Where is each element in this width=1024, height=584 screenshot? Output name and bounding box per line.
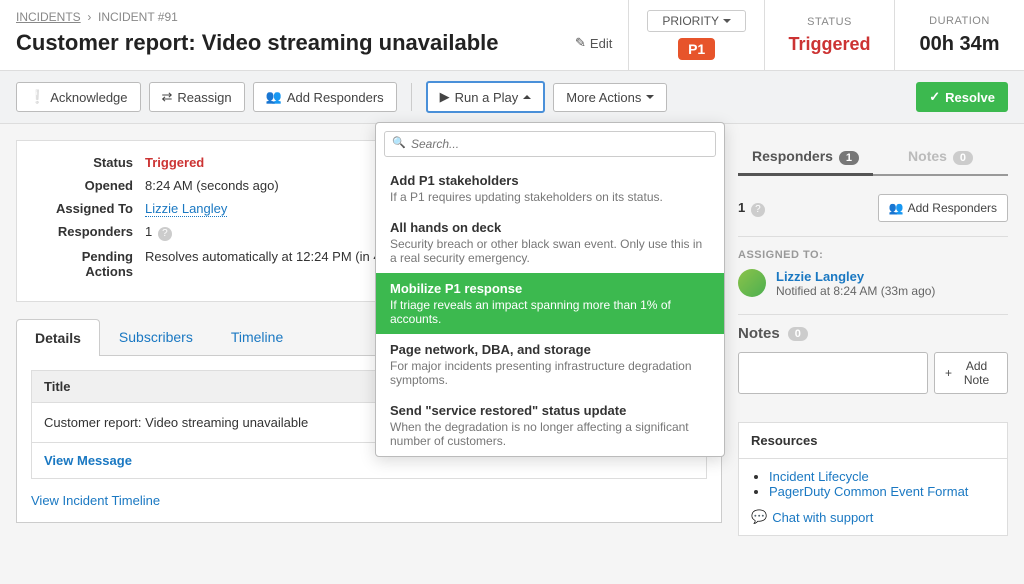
tab-subscribers[interactable]: Subscribers bbox=[100, 318, 212, 355]
page-title: Customer report: Video streaming unavail… bbox=[16, 30, 499, 56]
summary-assignee-link[interactable]: Lizzie Langley bbox=[145, 201, 227, 217]
caret-down-icon bbox=[646, 95, 654, 99]
notes-header: Notes bbox=[738, 325, 780, 342]
add-user-icon: 👥 bbox=[889, 201, 904, 215]
tab-details[interactable]: Details bbox=[16, 319, 100, 356]
add-user-icon: 👥 bbox=[266, 89, 282, 105]
exclamation-icon: ❕ bbox=[29, 89, 45, 105]
assignee-notified-text: Notified at 8:24 AM (33m ago) bbox=[776, 284, 935, 298]
assigned-to-label: ASSIGNED TO: bbox=[738, 249, 1008, 261]
check-icon: ✓ bbox=[929, 89, 940, 105]
chat-icon: 💬 bbox=[751, 509, 767, 525]
play-item-service-restored[interactable]: Send "service restored" status update Wh… bbox=[376, 395, 724, 456]
duration-value: 00h 34m bbox=[919, 33, 999, 56]
swap-icon: ⇄ bbox=[162, 89, 173, 105]
play-item-all-hands[interactable]: All hands on deck Security breach or oth… bbox=[376, 212, 724, 273]
tab-timeline[interactable]: Timeline bbox=[212, 318, 302, 355]
play-item-page-network[interactable]: Page network, DBA, and storage For major… bbox=[376, 334, 724, 395]
run-play-dropdown: Add P1 stakeholders If a P1 requires upd… bbox=[375, 122, 725, 457]
note-input[interactable] bbox=[738, 352, 928, 394]
resource-link-lifecycle[interactable]: Incident Lifecycle bbox=[769, 469, 869, 484]
resource-link-event-format[interactable]: PagerDuty Common Event Format bbox=[769, 484, 968, 499]
add-responders-side-button[interactable]: 👥 Add Responders bbox=[878, 194, 1008, 222]
play-item-mobilize-p1[interactable]: Mobilize P1 response If triage reveals a… bbox=[376, 273, 724, 334]
add-note-button[interactable]: + Add Note bbox=[934, 352, 1008, 394]
edit-button[interactable]: ✎ Edit bbox=[575, 35, 612, 51]
chat-support-link[interactable]: 💬 Chat with support bbox=[751, 509, 995, 525]
add-responders-button[interactable]: 👥 Add Responders bbox=[253, 82, 397, 112]
toolbar-divider bbox=[411, 83, 412, 111]
priority-dropdown[interactable]: PRIORITY bbox=[647, 10, 746, 32]
status-label: STATUS bbox=[807, 16, 852, 28]
assignee-name-link[interactable]: Lizzie Langley bbox=[776, 269, 935, 284]
status-value: Triggered bbox=[788, 34, 870, 55]
side-tab-responders[interactable]: Responders 1 bbox=[738, 140, 873, 176]
run-play-button[interactable]: ▶ Run a Play bbox=[426, 81, 546, 113]
breadcrumb: INCIDENTS › INCIDENT #91 bbox=[16, 10, 612, 24]
side-tab-notes[interactable]: Notes 0 bbox=[873, 140, 1008, 174]
help-icon[interactable]: ? bbox=[751, 203, 765, 217]
duration-label: DURATION bbox=[929, 15, 990, 27]
priority-badge: P1 bbox=[678, 38, 715, 60]
avatar bbox=[738, 269, 766, 297]
view-timeline-link[interactable]: View Incident Timeline bbox=[31, 493, 160, 508]
responders-count-badge: 1 bbox=[839, 151, 859, 165]
breadcrumb-root[interactable]: INCIDENTS bbox=[16, 10, 81, 24]
resources-header: Resources bbox=[739, 423, 1007, 459]
pencil-icon: ✎ bbox=[575, 35, 586, 51]
reassign-button[interactable]: ⇄ Reassign bbox=[149, 82, 245, 112]
play-item-add-p1-stakeholders[interactable]: Add P1 stakeholders If a P1 requires upd… bbox=[376, 165, 724, 212]
responders-count-inline: 1 ? bbox=[738, 200, 765, 217]
help-icon[interactable]: ? bbox=[158, 227, 172, 241]
notes-count-badge: 0 bbox=[953, 151, 973, 165]
play-search-input[interactable] bbox=[384, 131, 716, 157]
notes-header-badge: 0 bbox=[788, 327, 808, 341]
plus-icon: + bbox=[945, 366, 952, 380]
caret-down-icon bbox=[723, 19, 731, 23]
view-message-link[interactable]: View Message bbox=[44, 453, 132, 468]
play-icon: ▶ bbox=[440, 89, 450, 105]
more-actions-button[interactable]: More Actions bbox=[553, 83, 667, 112]
acknowledge-button[interactable]: ❕ Acknowledge bbox=[16, 82, 141, 112]
breadcrumb-current: INCIDENT #91 bbox=[98, 10, 178, 24]
caret-up-icon bbox=[523, 95, 531, 99]
resolve-button[interactable]: ✓ Resolve bbox=[916, 82, 1008, 112]
